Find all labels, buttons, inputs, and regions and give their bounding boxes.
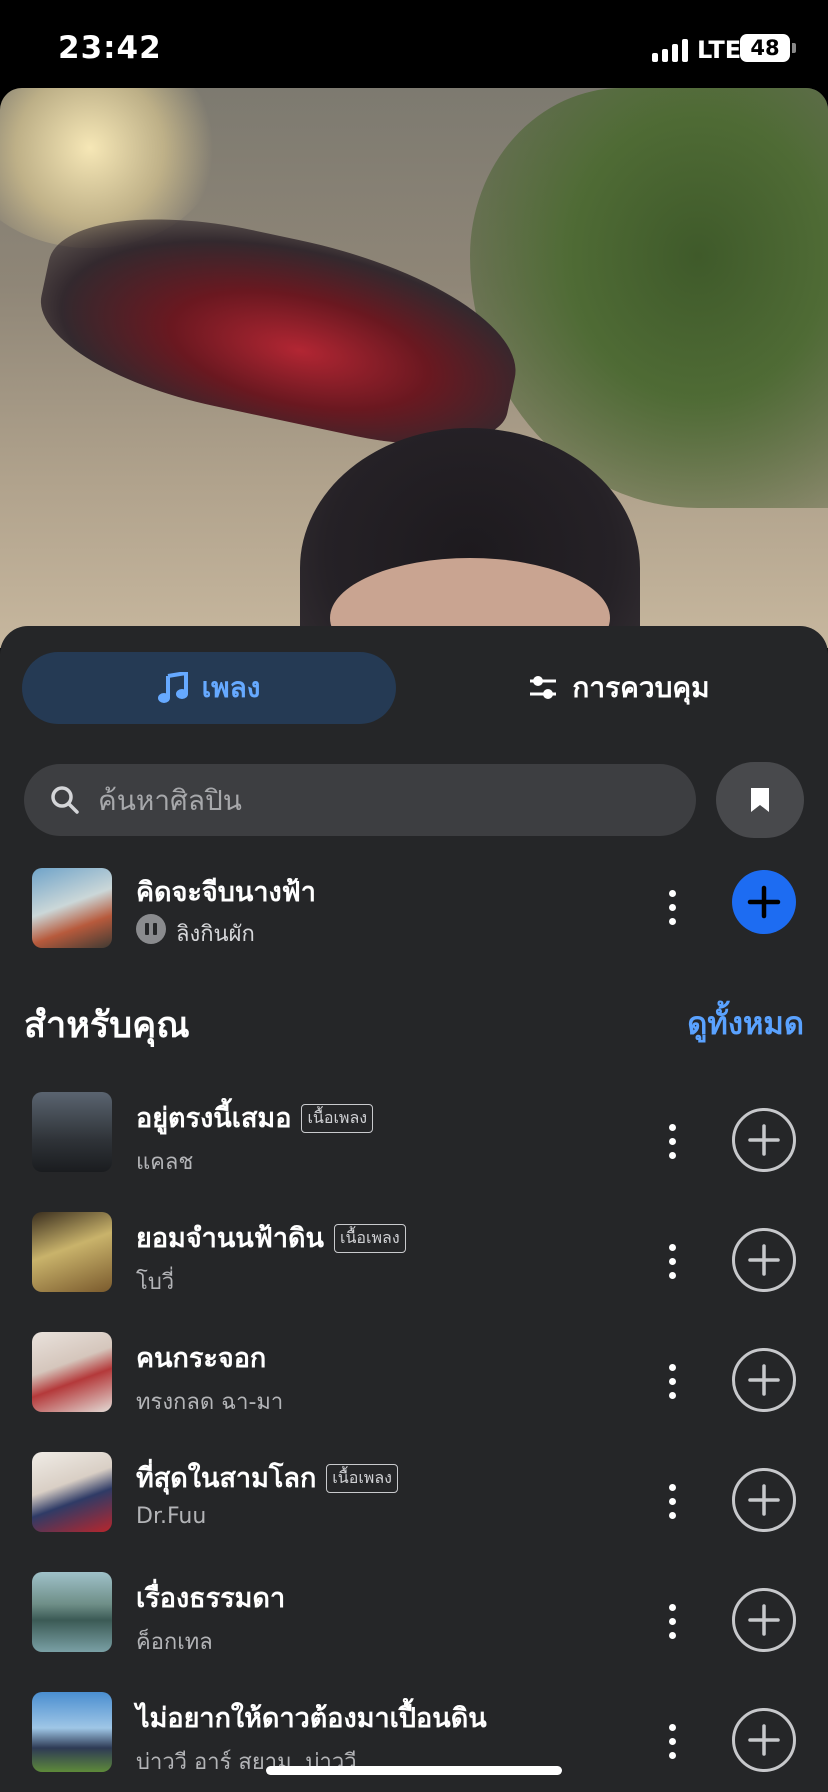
lyrics-badge: เนื้อเพลง (334, 1224, 406, 1253)
list-item[interactable]: ไม่อยากให้ดาวต้องมาเปื้อนดิน บ่าววี อาร์… (0, 1680, 828, 1792)
add-song-button[interactable] (732, 1708, 796, 1772)
song-title: อยู่ตรงนี้เสมอ เนื้อเพลง (136, 1096, 374, 1139)
more-options-icon[interactable] (660, 1596, 684, 1646)
music-note-icon (157, 672, 188, 703)
more-options-icon[interactable] (660, 1716, 684, 1766)
add-song-button[interactable] (732, 870, 796, 934)
plus-icon (747, 885, 781, 919)
plus-icon (748, 1124, 780, 1156)
song-artist: ทรงกลด ฉา-มา (136, 1390, 284, 1415)
tab-music-label: เพลง (201, 671, 261, 704)
add-song-button[interactable] (732, 1348, 796, 1412)
lyrics-badge: เนื้อเพลง (326, 1464, 398, 1493)
song-artist: โบวี่ (136, 1270, 175, 1295)
signal-icon (652, 38, 688, 62)
album-cover (32, 1692, 112, 1772)
album-cover (32, 1452, 112, 1532)
song-list: อยู่ตรงนี้เสมอ เนื้อเพลง แคลช ยอมจำนนฟ้าด… (0, 1080, 828, 1792)
tab-controls[interactable]: การควบคุม (432, 652, 806, 724)
tab-bar: เพลง การควบคุม (22, 652, 806, 724)
see-all-link[interactable]: ดูทั้งหมด (687, 998, 804, 1048)
now-playing-artist: ลิงกินผัก (176, 922, 255, 947)
list-item[interactable]: อยู่ตรงนี้เสมอ เนื้อเพลง แคลช (0, 1080, 828, 1200)
search-input[interactable] (98, 783, 658, 817)
more-options-icon[interactable] (660, 1236, 684, 1286)
battery-nub (792, 43, 796, 53)
music-sheet: เพลง การควบคุม คิดจะจีบนางฟ้า ลิงกินผัก (0, 626, 828, 1792)
video-motorbike (26, 190, 534, 466)
for-you-header: สำหรับคุณ ดูทั้งหมด (24, 996, 804, 1046)
song-title: ที่สุดในสามโลก เนื้อเพลง (136, 1456, 398, 1499)
album-cover (32, 1212, 112, 1292)
more-options-icon[interactable] (660, 882, 684, 932)
network-label: LTE (697, 36, 742, 64)
status-bar: 23:42 LTE 48 (0, 0, 828, 88)
video-preview[interactable] (0, 88, 828, 648)
tab-music[interactable]: เพลง (22, 652, 396, 724)
home-indicator[interactable] (266, 1766, 562, 1775)
song-title: ไม่อยากให้ดาวต้องมาเปื้อนดิน (136, 1703, 487, 1734)
section-title: สำหรับคุณ (24, 1005, 190, 1046)
plus-icon (748, 1724, 780, 1756)
sliders-icon (530, 676, 557, 699)
list-item[interactable]: ยอมจำนนฟ้าดิน เนื้อเพลง โบวี่ (0, 1200, 828, 1320)
lyrics-badge: เนื้อเพลง (301, 1104, 374, 1133)
pause-icon[interactable] (136, 914, 166, 944)
list-item[interactable]: คนกระจอก ทรงกลด ฉา-มา (0, 1320, 828, 1440)
plus-icon (748, 1364, 780, 1396)
list-item[interactable]: เรื่องธรรมดา ค็อกเทล (0, 1560, 828, 1680)
album-cover (32, 1092, 112, 1172)
search-bar[interactable] (24, 764, 696, 836)
bookmark-icon (751, 788, 769, 812)
song-artist: แคลช (136, 1150, 194, 1175)
more-options-icon[interactable] (660, 1116, 684, 1166)
status-time: 23:42 (58, 30, 162, 66)
song-title: เรื่องธรรมดา (136, 1583, 286, 1614)
add-song-button[interactable] (732, 1108, 796, 1172)
plus-icon (748, 1604, 780, 1636)
add-song-button[interactable] (732, 1588, 796, 1652)
add-song-button[interactable] (732, 1468, 796, 1532)
song-title: คนกระจอก (136, 1343, 267, 1374)
album-cover (32, 1572, 112, 1652)
battery-icon: 48 (740, 34, 790, 62)
list-item[interactable]: ที่สุดในสามโลก เนื้อเพลง Dr.Fuu (0, 1440, 828, 1560)
search-icon (51, 786, 79, 814)
tab-controls-label: การควบคุม (572, 671, 710, 704)
more-options-icon[interactable] (660, 1356, 684, 1406)
album-cover (32, 1332, 112, 1412)
now-playing-title: คิดจะจีบนางฟ้า (136, 877, 316, 908)
song-artist: Dr.Fuu (136, 1504, 207, 1529)
more-options-icon[interactable] (660, 1476, 684, 1526)
add-song-button[interactable] (732, 1228, 796, 1292)
plus-icon (748, 1244, 780, 1276)
song-title: ยอมจำนนฟ้าดิน เนื้อเพลง (136, 1216, 406, 1259)
plus-icon (748, 1484, 780, 1516)
now-playing-row[interactable]: คิดจะจีบนางฟ้า ลิงกินผัก (0, 860, 828, 954)
now-playing-cover (32, 868, 112, 948)
saved-button[interactable] (716, 762, 804, 838)
song-artist: ค็อกเทล (136, 1630, 213, 1655)
